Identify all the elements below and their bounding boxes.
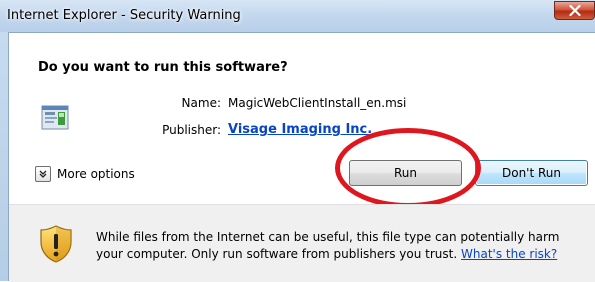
dont-run-button[interactable]: Don't Run [475,160,588,186]
warning-panel: While files from the Internet can be use… [9,205,595,282]
file-name-value: MagicWebClientInstall_en.msi [228,96,407,110]
dialog-main-area: Do you want to run this software? Name: … [9,33,595,208]
close-icon [568,5,581,16]
close-button[interactable] [554,1,595,20]
window-frame: Internet Explorer - Security Warning Do … [0,0,595,282]
more-options-toggle[interactable]: More options [35,164,135,184]
name-label: Name: [181,96,221,110]
publisher-link[interactable]: Visage Imaging Inc. [228,122,372,137]
shield-warning-icon [40,225,72,263]
dont-run-button-label: Don't Run [501,166,561,180]
warning-message: While files from the Internet can be use… [96,229,588,263]
chevron-down-icon[interactable] [35,166,51,182]
publisher-label: Publisher: [162,123,221,137]
dialog-question: Do you want to run this software? [38,60,288,75]
installer-file-icon [41,105,69,130]
window-title: Internet Explorer - Security Warning [7,8,241,23]
dialog-body: Do you want to run this software? Name: … [8,32,595,282]
whats-the-risk-link[interactable]: What's the risk? [461,247,557,261]
red-highlight-circle [335,128,481,208]
more-options-label: More options [57,167,135,181]
title-bar[interactable]: Internet Explorer - Security Warning [0,0,595,32]
